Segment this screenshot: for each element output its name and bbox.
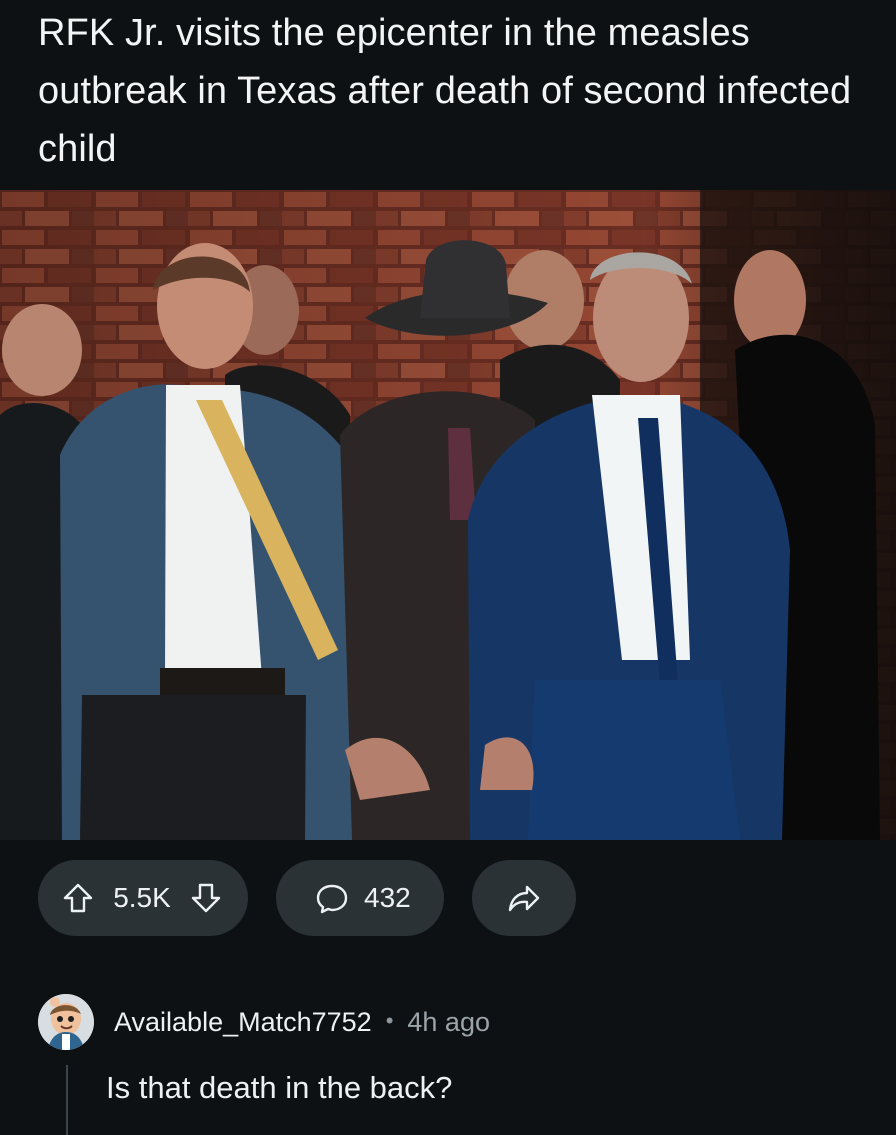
- comment-author-avatar[interactable]: [38, 994, 94, 1050]
- comment-thread-line[interactable]: [66, 1065, 68, 1135]
- meta-separator: •: [385, 1008, 394, 1033]
- photo-of-men-outside-brick-building: [0, 190, 896, 840]
- post-action-bar: 5.5K 432: [38, 860, 576, 936]
- share-icon-wrap: [502, 876, 546, 920]
- share-arrow-icon: [508, 885, 540, 912]
- downvote-button[interactable]: [184, 876, 228, 920]
- share-button[interactable]: [472, 860, 576, 936]
- upvote-button[interactable]: [56, 876, 100, 920]
- comment-bubble-icon: [316, 884, 348, 914]
- avatar-icon: [38, 994, 94, 1050]
- comment-meta: Available_Match7752 • 4h ago: [114, 1004, 490, 1040]
- comment-body: Is that death in the back?: [106, 1070, 453, 1105]
- comment-author[interactable]: Available_Match7752: [114, 1004, 372, 1040]
- downvote-arrow-icon: [191, 883, 221, 913]
- comments-button[interactable]: 432: [276, 860, 444, 936]
- vote-control: 5.5K: [38, 860, 248, 936]
- post-title: RFK Jr. visits the epicenter in the meas…: [38, 12, 852, 170]
- upvote-arrow-icon: [63, 883, 93, 913]
- comment-count: 432: [364, 882, 411, 913]
- post-image[interactable]: [0, 190, 896, 840]
- comment-icon-wrap: [310, 876, 354, 920]
- vote-count: 5.5K: [113, 882, 171, 913]
- comment: Available_Match7752 • 4h ago Is that dea…: [38, 990, 878, 1135]
- comment-timestamp: 4h ago: [407, 1007, 490, 1037]
